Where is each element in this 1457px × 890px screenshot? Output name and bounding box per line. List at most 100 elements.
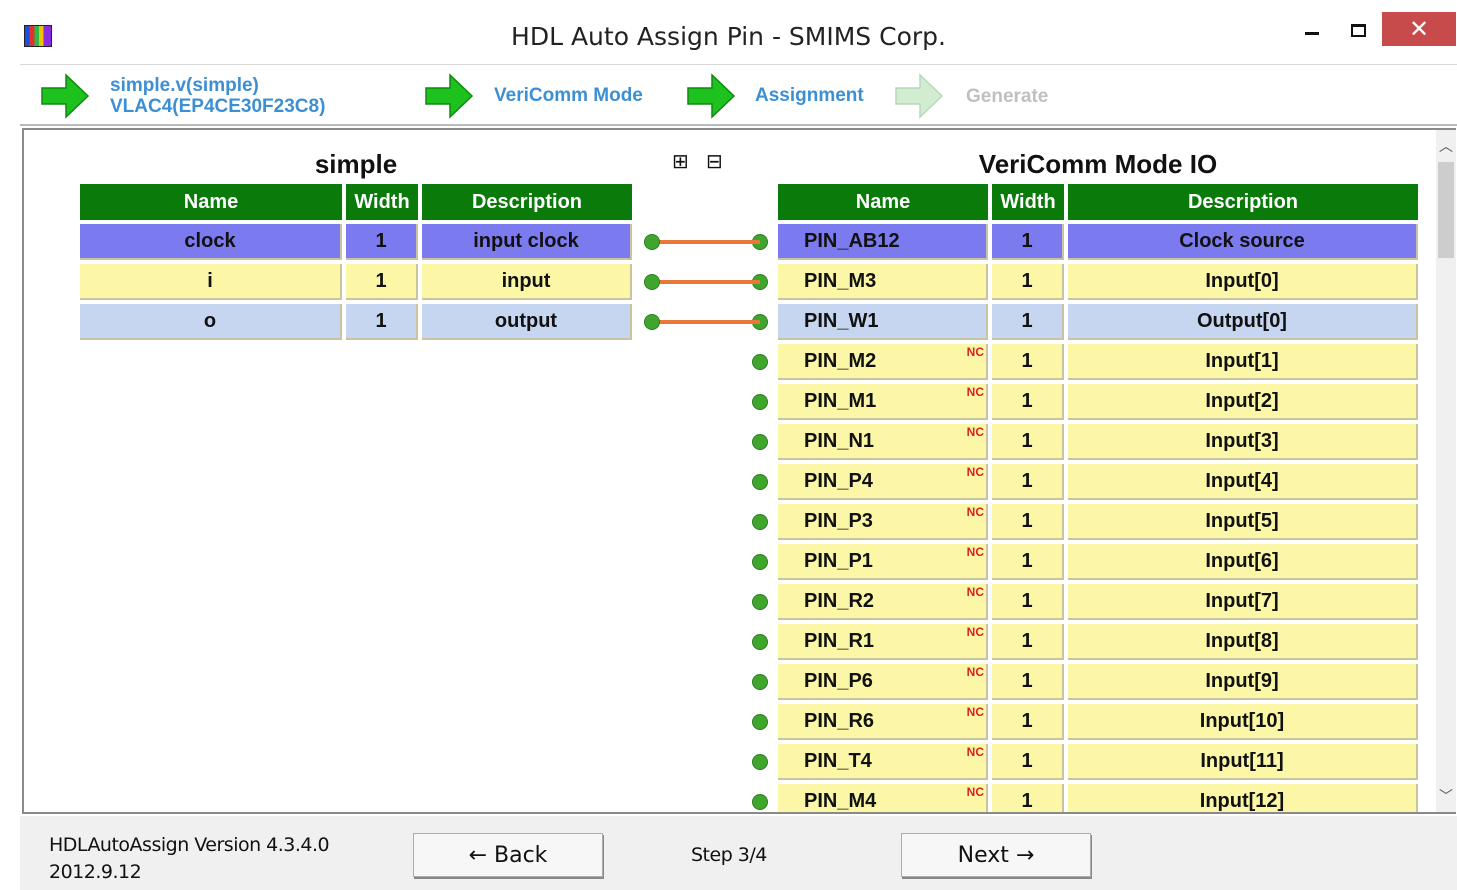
io-pin-name[interactable]: PIN_AB12: [778, 224, 988, 260]
io-pin-width[interactable]: 1: [992, 624, 1064, 660]
io-pin-description[interactable]: Input[2]: [1068, 384, 1418, 420]
io-header-width[interactable]: Width: [992, 184, 1064, 220]
io-pin-name[interactable]: PIN_N1 NC: [778, 424, 988, 460]
connection-wire[interactable]: [652, 320, 760, 324]
back-button[interactable]: ← Back: [413, 833, 603, 877]
io-pin-description[interactable]: Input[8]: [1068, 624, 1418, 660]
io-pin-name[interactable]: PIN_P6 NC: [778, 664, 988, 700]
maximize-button[interactable]: [1334, 14, 1382, 46]
io-pin-width[interactable]: 1: [992, 704, 1064, 740]
port-connector-dot[interactable]: [644, 314, 660, 330]
close-button[interactable]: ✕: [1382, 12, 1456, 46]
hdl-port-name[interactable]: clock: [80, 224, 342, 260]
hdl-port-width[interactable]: 1: [346, 304, 418, 340]
port-connector-dot[interactable]: [644, 274, 660, 290]
nc-badge: NC: [966, 345, 984, 359]
connection-wire[interactable]: [652, 240, 760, 244]
pin-connector-dot[interactable]: [752, 794, 768, 810]
window-title: HDL Auto Assign Pin - SMIMS Corp.: [511, 22, 946, 51]
hdl-header-width[interactable]: Width: [346, 184, 418, 220]
io-pin-width[interactable]: 1: [992, 504, 1064, 540]
io-pin-description[interactable]: Input[4]: [1068, 464, 1418, 500]
io-pin-width[interactable]: 1: [992, 304, 1064, 340]
pin-connector-dot[interactable]: [752, 754, 768, 770]
io-pin-description[interactable]: Input[1]: [1068, 344, 1418, 380]
hdl-port-description[interactable]: output: [422, 304, 632, 340]
next-button[interactable]: Next →: [901, 833, 1091, 877]
pin-connector-dot[interactable]: [752, 634, 768, 650]
step-vericomm-mode[interactable]: VeriComm Mode: [494, 85, 643, 107]
io-pin-description[interactable]: Input[3]: [1068, 424, 1418, 460]
scroll-thumb[interactable]: [1438, 162, 1454, 258]
io-pin-name-text: PIN_M4: [804, 789, 877, 812]
hdl-port-description[interactable]: input clock: [422, 224, 632, 260]
step-project[interactable]: simple.v(simple) VLAC4(EP4CE30F23C8): [110, 75, 325, 117]
connection-wire[interactable]: [652, 280, 760, 284]
io-pin-description[interactable]: Input[5]: [1068, 504, 1418, 540]
hdl-header-description[interactable]: Description: [422, 184, 632, 220]
pin-connector-dot[interactable]: [752, 474, 768, 490]
pin-connector-dot[interactable]: [752, 354, 768, 370]
pin-connector-dot[interactable]: [752, 394, 768, 410]
step-assignment[interactable]: Assignment: [755, 85, 864, 107]
io-pin-width[interactable]: 1: [992, 544, 1064, 580]
io-pin-name[interactable]: PIN_P4 NC: [778, 464, 988, 500]
hdl-port-width[interactable]: 1: [346, 224, 418, 260]
io-pin-name[interactable]: PIN_R6 NC: [778, 704, 988, 740]
hdl-port-description[interactable]: input: [422, 264, 632, 300]
io-pin-name[interactable]: PIN_M3: [778, 264, 988, 300]
io-header-name[interactable]: Name: [778, 184, 988, 220]
minimize-button[interactable]: [1288, 14, 1336, 46]
io-pin-description[interactable]: Clock source: [1068, 224, 1418, 260]
pin-connector-dot[interactable]: [752, 514, 768, 530]
io-pin-name[interactable]: PIN_R1 NC: [778, 624, 988, 660]
io-pin-name-text: PIN_N1: [804, 429, 875, 452]
io-pin-description[interactable]: Input[0]: [1068, 264, 1418, 300]
hdl-port-name[interactable]: o: [80, 304, 342, 340]
io-pin-description[interactable]: Input[6]: [1068, 544, 1418, 580]
io-pin-description[interactable]: Input[10]: [1068, 704, 1418, 740]
collapse-all-icon[interactable]: ⊟: [706, 149, 723, 174]
port-connector-dot[interactable]: [644, 234, 660, 250]
nc-badge: NC: [966, 545, 984, 559]
nc-badge: NC: [966, 705, 984, 719]
pin-connector-dot[interactable]: [752, 714, 768, 730]
io-pin-name[interactable]: PIN_P1 NC: [778, 544, 988, 580]
io-pin-name[interactable]: PIN_T4 NC: [778, 744, 988, 780]
nc-badge: NC: [966, 625, 984, 639]
io-pin-name[interactable]: PIN_P3 NC: [778, 504, 988, 540]
pin-connector-dot[interactable]: [752, 434, 768, 450]
io-pin-width[interactable]: 1: [992, 584, 1064, 620]
hdl-port-name[interactable]: i: [80, 264, 342, 300]
scroll-down-icon[interactable]: ﹀: [1436, 786, 1456, 812]
io-pin-name[interactable]: PIN_M4 NC: [778, 784, 988, 812]
io-header-description[interactable]: Description: [1068, 184, 1418, 220]
pin-connector-dot[interactable]: [752, 674, 768, 690]
io-pin-description[interactable]: Input[7]: [1068, 584, 1418, 620]
io-pin-width[interactable]: 1: [992, 344, 1064, 380]
io-pin-width[interactable]: 1: [992, 744, 1064, 780]
scroll-up-icon[interactable]: ︿: [1436, 130, 1456, 158]
io-pin-name[interactable]: PIN_M1 NC: [778, 384, 988, 420]
io-pin-name[interactable]: PIN_R2 NC: [778, 584, 988, 620]
hdl-header-name[interactable]: Name: [80, 184, 342, 220]
vertical-scrollbar[interactable]: ︿ ﹀: [1436, 130, 1456, 812]
io-pin-width[interactable]: 1: [992, 664, 1064, 700]
io-pin-description[interactable]: Input[9]: [1068, 664, 1418, 700]
io-pin-description[interactable]: Input[11]: [1068, 744, 1418, 780]
io-pin-name[interactable]: PIN_W1: [778, 304, 988, 340]
pin-connector-dot[interactable]: [752, 554, 768, 570]
io-pin-width[interactable]: 1: [992, 784, 1064, 812]
pin-connector-dot[interactable]: [752, 594, 768, 610]
io-pin-width[interactable]: 1: [992, 224, 1064, 260]
io-pin-description[interactable]: Input[12]: [1068, 784, 1418, 812]
io-pin-width[interactable]: 1: [992, 264, 1064, 300]
io-pin-width[interactable]: 1: [992, 464, 1064, 500]
io-pin-description[interactable]: Output[0]: [1068, 304, 1418, 340]
io-pin-width[interactable]: 1: [992, 424, 1064, 460]
expand-all-icon[interactable]: ⊞: [672, 149, 689, 174]
hdl-port-width[interactable]: 1: [346, 264, 418, 300]
io-pin-name[interactable]: PIN_M2 NC: [778, 344, 988, 380]
step-arrow-icon: [687, 73, 736, 119]
io-pin-width[interactable]: 1: [992, 384, 1064, 420]
